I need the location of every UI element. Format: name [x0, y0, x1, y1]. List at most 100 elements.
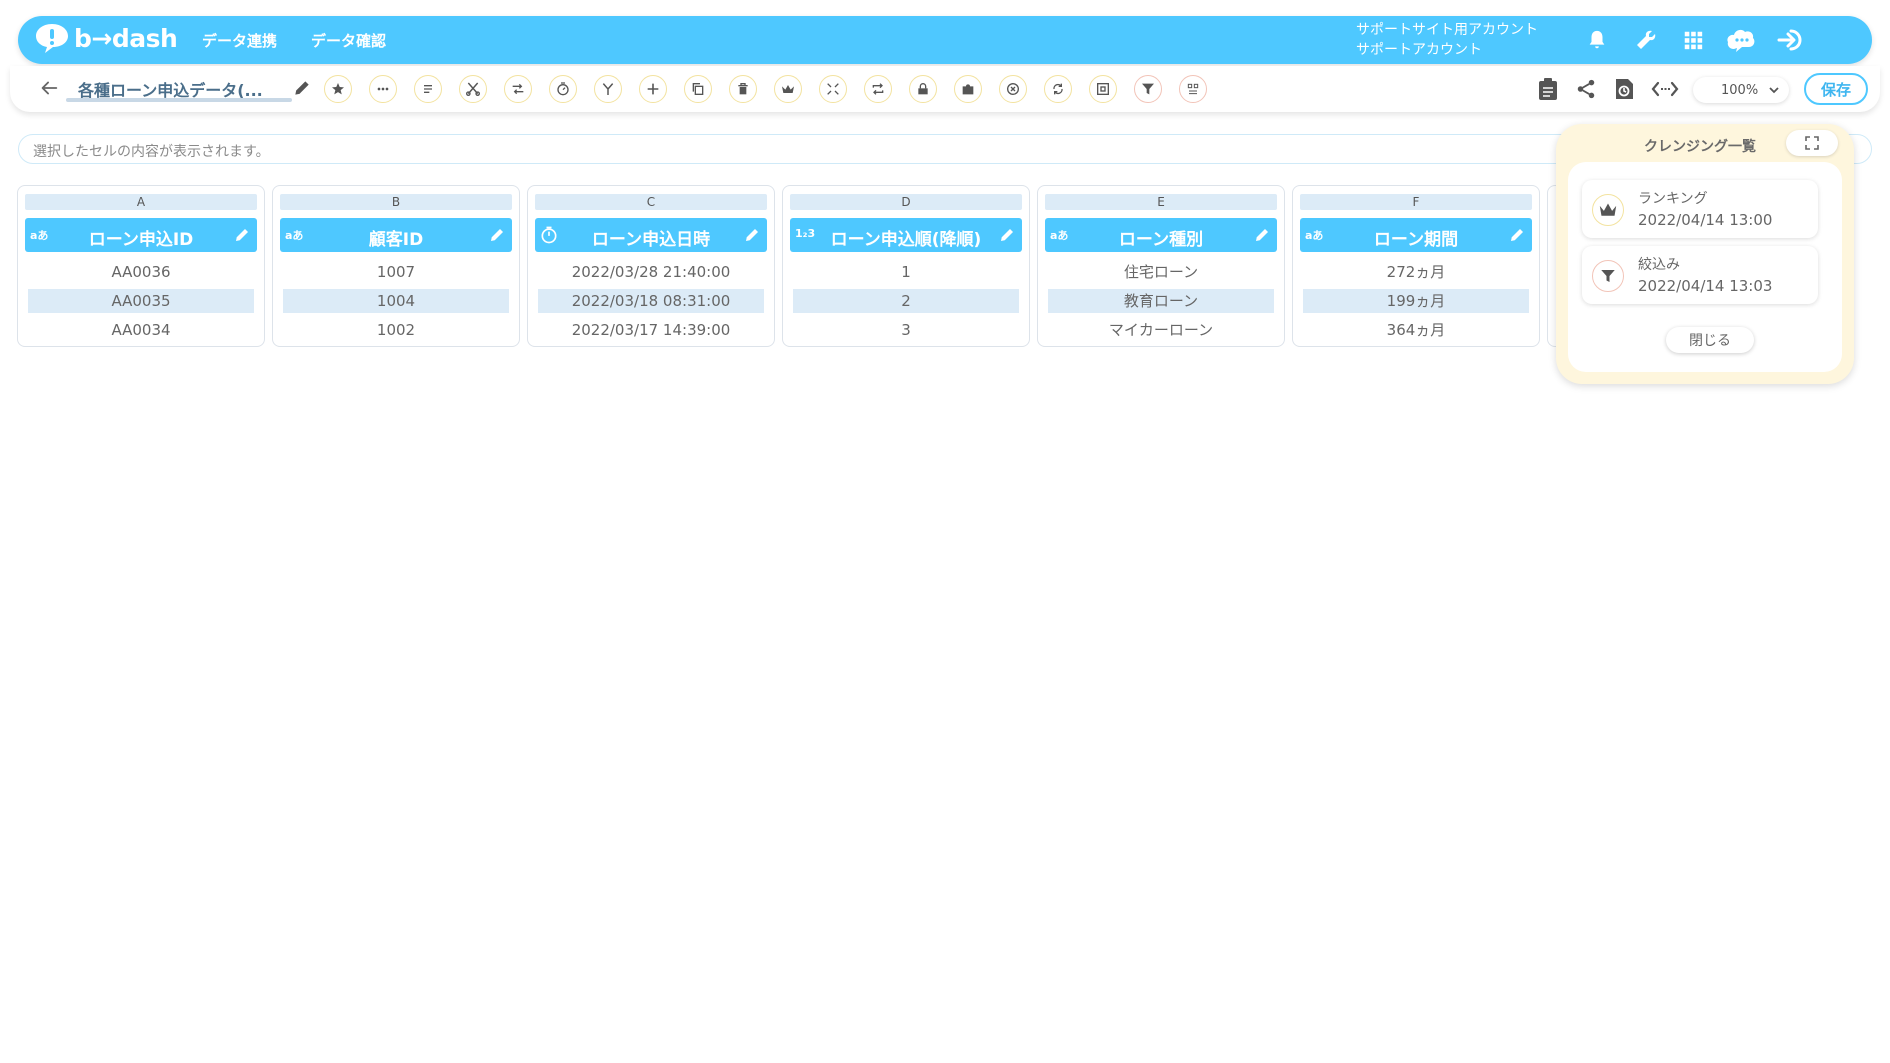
- cleansing-panel: クレンジング一覧 ランキング 2022/04/14 13:00 絞込み 2022…: [1556, 124, 1854, 384]
- table-cell[interactable]: 教育ローン: [1048, 289, 1274, 313]
- code-icon[interactable]: [1649, 76, 1681, 102]
- nav-data-check[interactable]: データ確認: [311, 30, 386, 51]
- history-icon[interactable]: [1611, 76, 1637, 102]
- bell-icon[interactable]: [1582, 26, 1612, 54]
- grid-icon[interactable]: [1678, 26, 1708, 54]
- expand-button[interactable]: [1786, 130, 1838, 156]
- crown-tool-icon[interactable]: [774, 75, 802, 103]
- table-cell[interactable]: AA0035: [28, 289, 254, 313]
- puzzle-tool-icon[interactable]: [954, 75, 982, 103]
- table-cell[interactable]: マイカーローン: [1048, 318, 1274, 342]
- compress-tool-icon[interactable]: [819, 75, 847, 103]
- column-header[interactable]: aあ ローン種別: [1045, 218, 1277, 252]
- loop-tool-icon[interactable]: [864, 75, 892, 103]
- edit-pencil-icon[interactable]: [998, 226, 1016, 244]
- swap-tool-icon[interactable]: [504, 75, 532, 103]
- wrench-icon[interactable]: [1631, 26, 1661, 54]
- logo-text: b→dash: [74, 23, 178, 53]
- table-cell[interactable]: 2: [793, 289, 1019, 313]
- column-letter[interactable]: A: [25, 194, 257, 210]
- column-letter[interactable]: F: [1300, 194, 1532, 210]
- branch-tool-icon[interactable]: [594, 75, 622, 103]
- table-cell[interactable]: 1: [793, 260, 1019, 284]
- plus-tool-icon[interactable]: [639, 75, 667, 103]
- app-header: b→dash データ連携 データ確認 サポートサイト用アカウント サポートアカウ…: [18, 16, 1872, 64]
- edit-pencil-icon[interactable]: [743, 226, 761, 244]
- cell-content-placeholder: 選択したセルの内容が表示されます。: [33, 144, 270, 160]
- column-header[interactable]: aあ ローン期間: [1300, 218, 1532, 252]
- cancel-tool-icon[interactable]: [999, 75, 1027, 103]
- filter-icon: [1592, 260, 1624, 292]
- save-button[interactable]: 保存: [1804, 73, 1868, 105]
- table-cell[interactable]: AA0034: [28, 318, 254, 342]
- edit-pencil-icon[interactable]: [488, 226, 506, 244]
- logout-icon[interactable]: [1776, 26, 1806, 54]
- edit-pencil-icon[interactable]: [1253, 226, 1271, 244]
- back-arrow-icon[interactable]: [38, 77, 60, 99]
- account-sub: サポートアカウント: [1356, 42, 1482, 58]
- filter-tool-icon[interactable]: [1134, 75, 1162, 103]
- speech-bubble-logo-icon: [36, 24, 68, 53]
- panel-title: クレンジング一覧: [1644, 139, 1756, 155]
- column-letter[interactable]: E: [1045, 194, 1277, 210]
- trash-tool-icon[interactable]: [729, 75, 757, 103]
- close-button[interactable]: 閉じる: [1666, 327, 1754, 353]
- table-cell[interactable]: 1002: [283, 318, 509, 342]
- table-cell[interactable]: 住宅ローン: [1048, 260, 1274, 284]
- table-cell[interactable]: AA0036: [28, 260, 254, 284]
- cleansing-item-date: 2022/04/14 13:00: [1638, 211, 1773, 229]
- cut-tool-icon[interactable]: [459, 75, 487, 103]
- list-tool-icon[interactable]: [414, 75, 442, 103]
- zoom-value: 100%: [1721, 82, 1759, 98]
- crown-icon: [1592, 194, 1624, 226]
- table-cell[interactable]: 3: [793, 318, 1019, 342]
- clipboard-icon[interactable]: [1535, 76, 1561, 102]
- dedup-tool-icon[interactable]: [1179, 75, 1207, 103]
- column-header[interactable]: aあ 顧客ID: [280, 218, 512, 252]
- column-header[interactable]: 1₂3 ローン申込順(降順): [790, 218, 1022, 252]
- cleansing-item-name: 絞込み: [1638, 257, 1680, 273]
- share-icon[interactable]: [1573, 76, 1599, 102]
- replace-tool-icon[interactable]: [1044, 75, 1072, 103]
- table-cell[interactable]: 1007: [283, 260, 509, 284]
- lock-tool-icon[interactable]: [909, 75, 937, 103]
- timer-tool-icon[interactable]: [549, 75, 577, 103]
- column-c: C ローン申込日時 2022/03/28 21:40:00 2022/03/18…: [527, 185, 775, 347]
- account-info[interactable]: サポートサイト用アカウント サポートアカウント: [1356, 20, 1538, 60]
- table-cell[interactable]: 272ヵ月: [1303, 260, 1529, 284]
- edit-pencil-icon[interactable]: [1508, 226, 1526, 244]
- column-name: ローン申込順(降順): [830, 230, 982, 250]
- cloud-chat-icon[interactable]: [1726, 26, 1756, 54]
- account-name: サポートサイト用アカウント: [1356, 22, 1538, 38]
- nav-data-integration[interactable]: データ連携: [202, 30, 277, 51]
- column-d: D 1₂3 ローン申込順(降順) 1 2 3: [782, 185, 1030, 347]
- copy-tool-icon[interactable]: [684, 75, 712, 103]
- more-tool-icon[interactable]: [369, 75, 397, 103]
- table-cell[interactable]: 199ヵ月: [1303, 289, 1529, 313]
- column-e: E aあ ローン種別 住宅ローン 教育ローン マイカーローン: [1037, 185, 1285, 347]
- column-name: ローン申込ID: [88, 230, 194, 250]
- toolbar: 各種ローン申込データ(... 100% 保存: [10, 66, 1880, 112]
- star-tool-icon[interactable]: [324, 75, 352, 103]
- frame-tool-icon[interactable]: [1089, 75, 1117, 103]
- column-letter[interactable]: C: [535, 194, 767, 210]
- cleansing-item-filter[interactable]: 絞込み 2022/04/14 13:03: [1582, 246, 1818, 304]
- title-underline: [66, 98, 292, 102]
- table-cell[interactable]: 2022/03/17 14:39:00: [538, 318, 764, 342]
- column-name: ローン期間: [1373, 230, 1459, 250]
- table-cell[interactable]: 364ヵ月: [1303, 318, 1529, 342]
- pencil-icon[interactable]: [292, 78, 312, 98]
- column-header[interactable]: aあ ローン申込ID: [25, 218, 257, 252]
- logo[interactable]: b→dash: [34, 22, 178, 54]
- table-cell[interactable]: 1004: [283, 289, 509, 313]
- cleansing-list: ランキング 2022/04/14 13:00 絞込み 2022/04/14 13…: [1568, 162, 1842, 372]
- table-cell[interactable]: 2022/03/28 21:40:00: [538, 260, 764, 284]
- table-cell[interactable]: 2022/03/18 08:31:00: [538, 289, 764, 313]
- expand-icon: [1805, 136, 1819, 150]
- edit-pencil-icon[interactable]: [233, 226, 251, 244]
- cleansing-item-ranking[interactable]: ランキング 2022/04/14 13:00: [1582, 180, 1818, 238]
- column-letter[interactable]: D: [790, 194, 1022, 210]
- column-letter[interactable]: B: [280, 194, 512, 210]
- column-header[interactable]: ローン申込日時: [535, 218, 767, 252]
- zoom-select[interactable]: 100%: [1693, 77, 1789, 103]
